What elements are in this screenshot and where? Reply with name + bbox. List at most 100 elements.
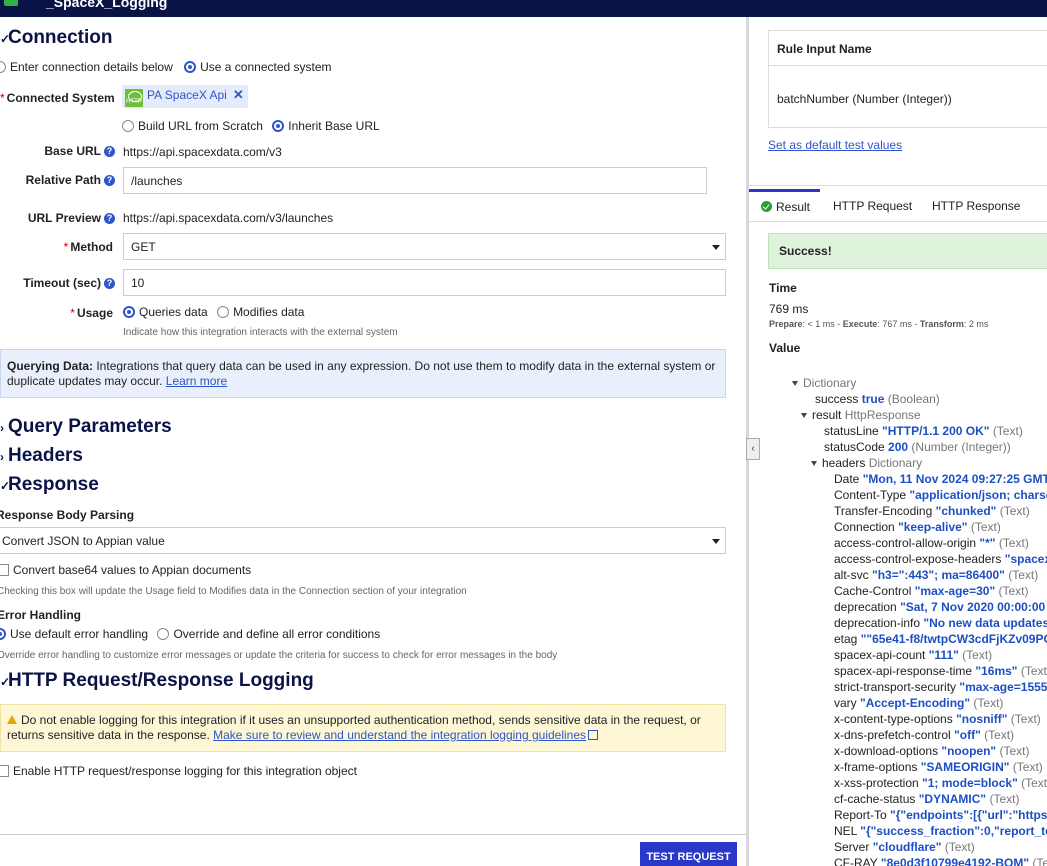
header-key: Report-To bbox=[834, 808, 887, 822]
timeout-input[interactable]: 10 bbox=[123, 269, 726, 296]
header-value: "chunked" bbox=[935, 504, 997, 518]
expand-triangle-icon[interactable] bbox=[792, 381, 798, 386]
enable-logging-label: Enable HTTP request/response logging for… bbox=[13, 764, 357, 778]
tab-result[interactable]: Result bbox=[749, 189, 820, 222]
help-icon[interactable]: ? bbox=[104, 278, 115, 289]
time-label: Time bbox=[769, 281, 797, 295]
error-handling-group: Use default error handling Override and … bbox=[0, 627, 380, 641]
header-key: Content-Type bbox=[834, 488, 907, 502]
expand-triangle-icon[interactable] bbox=[811, 461, 817, 466]
header-key: x-dns-prefetch-control bbox=[834, 728, 951, 742]
header-key: strict-transport-security bbox=[834, 680, 957, 694]
tree-result-node[interactable]: result HttpResponse bbox=[801, 408, 921, 422]
radio-connected-system[interactable]: Use a connected system bbox=[184, 60, 332, 74]
header-key: deprecation-info bbox=[834, 616, 921, 630]
tab-http-response[interactable]: HTTP Response bbox=[932, 189, 1020, 222]
header-key: etag bbox=[834, 632, 858, 646]
radio-enter-details[interactable]: Enter connection details below bbox=[0, 60, 173, 74]
header-type: (Text) bbox=[1012, 760, 1043, 774]
header-value: "{"endpoints":[{"url":"https://a.nel bbox=[890, 808, 1047, 822]
header-value: "nosniff" bbox=[956, 712, 1008, 726]
header-row: Content-Type "application/json; charset=… bbox=[834, 488, 1047, 502]
expand-triangle-icon[interactable] bbox=[801, 413, 807, 418]
remove-icon[interactable]: ✕ bbox=[233, 87, 244, 102]
section-headers[interactable]: › Headers bbox=[0, 445, 83, 467]
radio-build-url[interactable]: Build URL from Scratch bbox=[122, 119, 263, 133]
method-select[interactable]: GET bbox=[123, 233, 726, 260]
header-value: "DYNAMIC" bbox=[918, 792, 987, 806]
learn-more-link[interactable]: Learn more bbox=[166, 374, 227, 388]
base64-checkbox[interactable]: Convert base64 values to Appian document… bbox=[0, 563, 251, 577]
radio-queries-data[interactable]: Queries data bbox=[123, 305, 208, 319]
header-value: "h3=":443"; ma=86400" bbox=[872, 568, 1005, 582]
header-row: spacex-api-response-time "16ms" (Text) bbox=[834, 664, 1047, 678]
header-row: Connection "keep-alive" (Text) bbox=[834, 520, 1001, 534]
header-row: NEL "{"success_fraction":0,"report_to": bbox=[834, 824, 1047, 838]
header-type: (Text) bbox=[1020, 664, 1047, 678]
http-globe-icon: HTTP bbox=[125, 89, 143, 107]
radio-modifies-data[interactable]: Modifies data bbox=[217, 305, 304, 319]
test-request-button[interactable]: TEST REQUEST bbox=[640, 842, 737, 866]
header-value: "keep-alive" bbox=[898, 520, 968, 534]
header-row: access-control-allow-origin "*" (Text) bbox=[834, 536, 1029, 550]
header-row: deprecation-info "No new data updates bbox=[834, 616, 1047, 630]
connected-system-chip[interactable]: HTTP PA SpaceX Api ✕ bbox=[122, 85, 248, 108]
logging-guidelines-link[interactable]: Make sure to review and understand the i… bbox=[213, 728, 586, 742]
response-parsing-select[interactable]: Convert JSON to Appian value bbox=[0, 527, 726, 554]
header-value: "{"success_fraction":0,"report_to": bbox=[860, 824, 1047, 838]
header-row: x-dns-prefetch-control "off" (Text) bbox=[834, 728, 1014, 742]
header-value: "max-age=15552000 bbox=[959, 680, 1047, 694]
rule-input-row[interactable]: batchNumber (Number (Integer)) bbox=[769, 66, 1047, 132]
section-connection[interactable]: ✓Connection bbox=[0, 27, 113, 49]
tree-root[interactable]: Dictionary bbox=[792, 376, 856, 390]
header-value: "spacex-api-cache bbox=[1004, 552, 1047, 566]
radio-inherit-url-label: Inherit Base URL bbox=[288, 119, 380, 133]
external-link-icon[interactable] bbox=[588, 730, 599, 740]
tab-http-request[interactable]: HTTP Request bbox=[833, 189, 912, 222]
header-row: x-content-type-options "nosniff" (Text) bbox=[834, 712, 1041, 726]
base64-checkbox-label: Convert base64 values to Appian document… bbox=[13, 563, 252, 577]
header-type: (Text) bbox=[944, 840, 975, 854]
success-banner: Success! bbox=[768, 233, 1047, 269]
header-type: (Text) bbox=[970, 520, 1001, 534]
url-preview-value: https://api.spacexdata.com/v3/launches bbox=[123, 211, 334, 225]
url-preview-label: URL Preview? bbox=[0, 211, 115, 225]
header-value: "noopen" bbox=[941, 744, 997, 758]
radio-override-error[interactable]: Override and define all error conditions bbox=[157, 627, 380, 641]
header-row: CF-RAY "8e0d3f10799e4192-BOM" (Text) bbox=[834, 856, 1047, 866]
help-icon[interactable]: ? bbox=[104, 175, 115, 186]
section-response[interactable]: ✓Response bbox=[0, 474, 99, 496]
header-row: x-download-options "noopen" (Text) bbox=[834, 744, 1029, 758]
help-icon[interactable]: ? bbox=[104, 213, 115, 224]
header-key: vary bbox=[834, 696, 857, 710]
set-default-test-values-link[interactable]: Set as default test values bbox=[768, 138, 902, 152]
header-value: "*" bbox=[979, 536, 996, 550]
tree-row: success true (Boolean) bbox=[815, 392, 940, 406]
success-check-icon bbox=[761, 201, 772, 212]
header-row: x-frame-options "SAMEORIGIN" (Text) bbox=[834, 760, 1043, 774]
chevron-right-icon: › bbox=[0, 421, 4, 435]
tree-row: statusCode 200 (Number (Integer)) bbox=[824, 440, 1011, 454]
help-icon[interactable]: ? bbox=[104, 146, 115, 157]
header-row: etag ""65e41-f8/twtpCW3cdFjKZv09PGu bbox=[834, 632, 1047, 646]
header-value: "cloudflare" bbox=[872, 840, 942, 854]
info-text: Integrations that query data can be used… bbox=[7, 359, 716, 388]
relative-path-input[interactable]: /launches bbox=[123, 167, 707, 194]
section-query-parameters[interactable]: › Query Parameters bbox=[0, 416, 172, 438]
header-row: spacex-api-count "111" (Text) bbox=[834, 648, 992, 662]
querying-data-info: Querying Data: Integrations that query d… bbox=[0, 349, 726, 398]
radio-build-url-label: Build URL from Scratch bbox=[138, 119, 263, 133]
radio-queries-data-label: Queries data bbox=[139, 305, 208, 319]
header-key: Server bbox=[834, 840, 870, 854]
header-key: x-download-options bbox=[834, 744, 939, 758]
header-value: "111" bbox=[928, 648, 959, 662]
section-logging[interactable]: ✓HTTP Request/Response Logging bbox=[0, 670, 314, 692]
connected-system-name[interactable]: PA SpaceX Api bbox=[147, 88, 227, 102]
radio-inherit-url[interactable]: Inherit Base URL bbox=[272, 119, 380, 133]
tree-headers-node[interactable]: headers Dictionary bbox=[811, 456, 922, 470]
enable-logging-checkbox[interactable]: Enable HTTP request/response logging for… bbox=[0, 764, 357, 778]
header-key: Connection bbox=[834, 520, 895, 534]
radio-default-error[interactable]: Use default error handling bbox=[0, 627, 148, 641]
response-parsing-label: Response Body Parsing bbox=[0, 508, 135, 522]
usage-group: Queries data Modifies data bbox=[123, 305, 304, 319]
